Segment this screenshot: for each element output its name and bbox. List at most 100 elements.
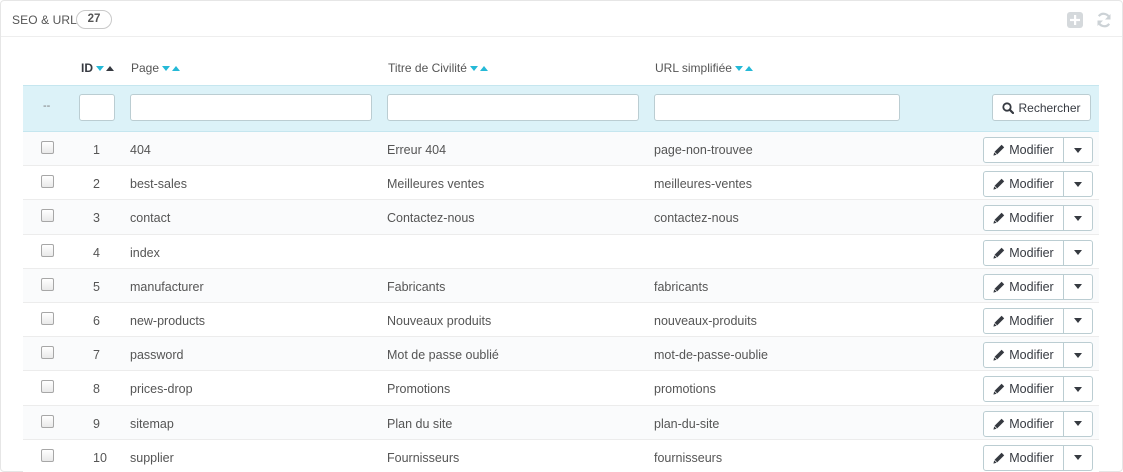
row-checkbox[interactable] bbox=[41, 141, 54, 154]
cell-page: contact bbox=[130, 211, 171, 226]
row-action-group: Modifier bbox=[983, 205, 1093, 232]
column-header-id: ID bbox=[81, 61, 114, 75]
search-button[interactable]: Rechercher bbox=[992, 94, 1091, 121]
cell-id: 4 bbox=[93, 245, 100, 260]
sort-desc-id-icon[interactable] bbox=[96, 66, 104, 72]
seo-url-panel: SEO & URL 27 ID Page Titre de Civilité U bbox=[0, 0, 1123, 472]
column-header-page: Page bbox=[131, 61, 181, 75]
pencil-icon bbox=[993, 247, 1005, 259]
sort-asc-titre-icon[interactable] bbox=[479, 66, 488, 72]
add-icon[interactable] bbox=[1066, 11, 1084, 29]
edit-button[interactable]: Modifier bbox=[983, 171, 1064, 198]
table-row: 4 index Modifier bbox=[23, 234, 1099, 269]
filter-url-input[interactable] bbox=[654, 94, 900, 121]
row-checkbox[interactable] bbox=[41, 448, 54, 462]
table-row: 8 prices-drop Promotions promotions Modi… bbox=[23, 371, 1099, 406]
filter-page-input[interactable] bbox=[130, 94, 372, 121]
row-checkbox[interactable] bbox=[41, 277, 54, 291]
edit-button[interactable]: Modifier bbox=[983, 205, 1064, 232]
cell-titre: Contactez-nous bbox=[387, 211, 475, 226]
row-actions-dropdown[interactable] bbox=[1064, 239, 1093, 266]
edit-button-label: Modifier bbox=[1009, 382, 1054, 397]
table-row: 1 404 Erreur 404 page-non-trouvee Modifi… bbox=[23, 132, 1099, 167]
caret-down-icon bbox=[1074, 386, 1082, 392]
row-checkbox[interactable] bbox=[41, 175, 54, 189]
column-header-page-label: Page bbox=[131, 61, 160, 75]
search-icon bbox=[1002, 101, 1015, 114]
row-actions-dropdown[interactable] bbox=[1064, 376, 1093, 403]
sort-desc-url-icon[interactable] bbox=[734, 66, 743, 72]
table-row: 2 best-sales Meilleures ventes meilleure… bbox=[23, 166, 1099, 201]
edit-button[interactable]: Modifier bbox=[983, 239, 1064, 266]
sort-desc-page-icon[interactable] bbox=[162, 66, 171, 72]
row-checkbox[interactable] bbox=[41, 346, 54, 360]
row-action-group: Modifier bbox=[983, 342, 1093, 369]
cell-url: mot-de-passe-oublie bbox=[654, 348, 768, 363]
sort-asc-page-icon[interactable] bbox=[172, 66, 181, 72]
cell-page: sitemap bbox=[130, 416, 174, 431]
edit-button[interactable]: Modifier bbox=[983, 273, 1064, 300]
sort-asc-id-icon[interactable] bbox=[106, 66, 114, 72]
row-checkbox[interactable] bbox=[41, 243, 54, 257]
cell-titre: Fournisseurs bbox=[387, 450, 460, 465]
table-row: 6 new-products Nouveaux produits nouveau… bbox=[23, 302, 1099, 338]
caret-down-icon bbox=[1074, 318, 1082, 324]
edit-button[interactable]: Modifier bbox=[983, 307, 1064, 334]
row-actions-dropdown[interactable] bbox=[1064, 410, 1093, 437]
column-header-titre: Titre de Civilité bbox=[388, 61, 488, 75]
row-checkbox[interactable] bbox=[41, 414, 54, 428]
column-header-url: URL simplifiée bbox=[655, 61, 753, 75]
edit-button-label: Modifier bbox=[1009, 211, 1054, 226]
table-row: 3 contact Contactez-nous contactez-nous … bbox=[23, 200, 1099, 235]
row-checkbox[interactable] bbox=[41, 209, 54, 223]
edit-button-label: Modifier bbox=[1009, 245, 1054, 260]
row-actions-dropdown[interactable] bbox=[1064, 171, 1093, 198]
cell-titre: Erreur 404 bbox=[387, 143, 447, 157]
row-actions-dropdown[interactable] bbox=[1064, 444, 1093, 471]
row-action-group: Modifier bbox=[983, 376, 1093, 403]
edit-button-label: Modifier bbox=[1009, 450, 1054, 465]
pencil-icon bbox=[993, 178, 1005, 190]
caret-down-icon bbox=[1074, 181, 1082, 187]
caret-down-icon bbox=[1074, 352, 1082, 358]
filter-id-input[interactable] bbox=[79, 94, 115, 121]
cell-url: promotions bbox=[654, 382, 716, 397]
pencil-icon bbox=[993, 452, 1005, 464]
refresh-icon[interactable] bbox=[1095, 11, 1113, 29]
row-action-group: Modifier bbox=[983, 307, 1093, 334]
cell-page: prices-drop bbox=[130, 382, 193, 397]
row-actions-dropdown[interactable] bbox=[1064, 342, 1093, 369]
edit-button[interactable]: Modifier bbox=[983, 137, 1064, 163]
row-actions-dropdown[interactable] bbox=[1064, 273, 1093, 300]
cell-page: 404 bbox=[130, 143, 151, 157]
caret-down-icon bbox=[1074, 215, 1082, 221]
cell-id: 6 bbox=[93, 313, 100, 328]
cell-id: 2 bbox=[93, 177, 100, 192]
sort-asc-url-icon[interactable] bbox=[744, 66, 753, 72]
row-actions-dropdown[interactable] bbox=[1064, 137, 1093, 163]
cell-page: best-sales bbox=[130, 177, 187, 192]
table-body: 1 404 Erreur 404 page-non-trouvee Modifi… bbox=[23, 132, 1099, 472]
cell-url: fabricants bbox=[654, 279, 709, 294]
row-actions-dropdown[interactable] bbox=[1064, 205, 1093, 232]
edit-button-label: Modifier bbox=[1009, 313, 1054, 328]
cell-url: fournisseurs bbox=[654, 450, 723, 465]
row-actions-dropdown[interactable] bbox=[1064, 307, 1093, 334]
table-row: 10 supplier Fournisseurs fournisseurs Mo… bbox=[23, 439, 1099, 472]
sort-desc-titre-icon[interactable] bbox=[469, 66, 478, 72]
row-action-group: Modifier bbox=[983, 410, 1093, 437]
cell-id: 7 bbox=[93, 348, 100, 363]
edit-button[interactable]: Modifier bbox=[983, 444, 1064, 471]
row-checkbox[interactable] bbox=[41, 380, 54, 394]
edit-button[interactable]: Modifier bbox=[983, 410, 1064, 437]
filter-titre-input[interactable] bbox=[387, 94, 639, 121]
cell-id: 10 bbox=[93, 450, 107, 465]
cell-titre: Fabricants bbox=[387, 279, 446, 294]
filter-bulk-placeholder: -- bbox=[43, 100, 51, 112]
pencil-icon bbox=[993, 349, 1005, 361]
edit-button-label: Modifier bbox=[1009, 279, 1054, 294]
edit-button[interactable]: Modifier bbox=[983, 376, 1064, 403]
row-checkbox[interactable] bbox=[41, 311, 54, 325]
cell-page: new-products bbox=[130, 313, 206, 328]
edit-button[interactable]: Modifier bbox=[983, 342, 1064, 369]
